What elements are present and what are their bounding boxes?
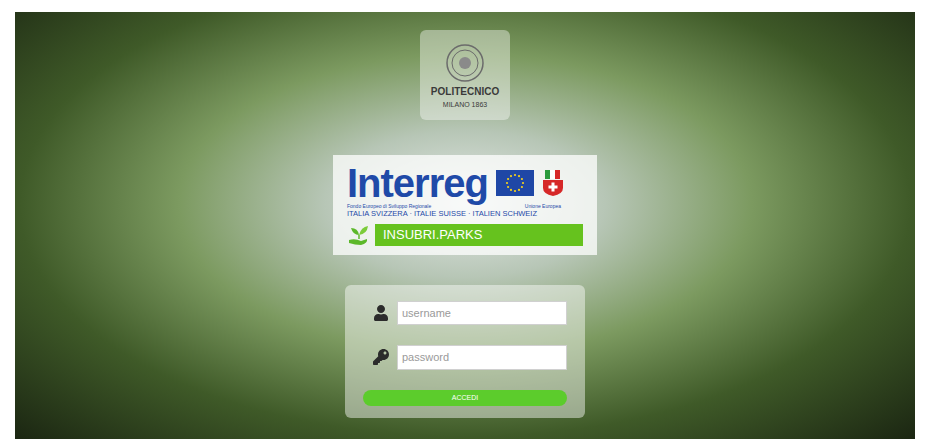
politecnico-logo: POLITECNICO MILANO 1863 xyxy=(420,30,510,120)
eu-flag-icon xyxy=(496,170,534,196)
page: POLITECNICO MILANO 1863 InterregFondo Euro… xyxy=(0,0,930,439)
fund-text: Fondo Europeo di Sviluppo Regionale xyxy=(347,203,431,209)
login-button[interactable]: ACCEDI xyxy=(363,390,567,407)
leaf-hand-icon xyxy=(347,223,371,247)
logo-name: POLITECNICO xyxy=(431,87,499,97)
interreg-title: Interreg xyxy=(347,163,488,203)
user-icon xyxy=(373,305,389,321)
union-text: Unione Europea xyxy=(525,203,561,209)
seal-icon xyxy=(445,43,485,83)
interreg-banner: InterregFondo Europeo di Sviluppo Region… xyxy=(333,155,597,255)
background-photo: POLITECNICO MILANO 1863 InterregFondo Euro… xyxy=(15,12,915,439)
form-row xyxy=(363,301,567,326)
logo-subtitle: MILANO 1863 xyxy=(443,101,487,108)
italy-switzerland-icon xyxy=(542,170,564,196)
key-icon xyxy=(373,349,389,365)
password-input[interactable] xyxy=(397,345,567,370)
countries-text: ITALIA SVIZZERA · ITALIE SUISSE · ITALIE… xyxy=(347,209,583,218)
form-row xyxy=(363,345,567,370)
project-label: INSUBRI.PARKS xyxy=(375,224,583,246)
login-form: ACCEDI xyxy=(345,285,585,419)
username-input[interactable] xyxy=(397,301,567,326)
